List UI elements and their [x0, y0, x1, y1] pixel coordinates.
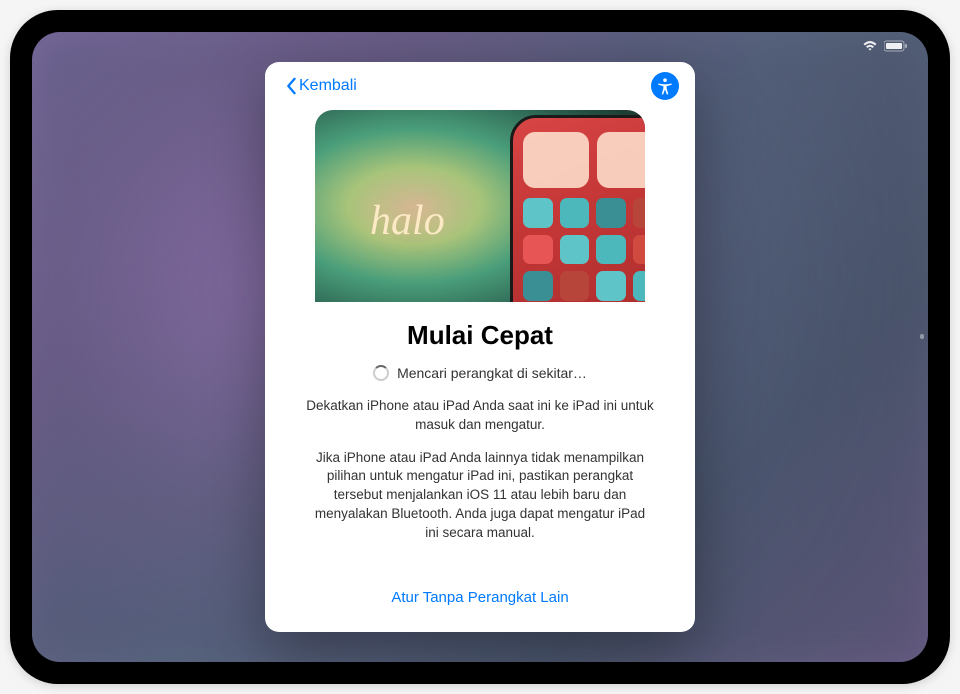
phone-app-icon: [633, 235, 646, 265]
quick-start-setup-card: Kembali halo: [265, 62, 695, 632]
phone-app-icon: [523, 271, 553, 301]
spinner-icon: [373, 365, 389, 381]
page-title: Mulai Cepat: [407, 320, 553, 351]
phone-widget: [597, 132, 646, 188]
hero-illustration: halo: [265, 110, 695, 302]
phone-app-icon: [596, 271, 626, 301]
card-header: Kembali: [265, 62, 695, 110]
phone-app-icon: [560, 271, 590, 301]
back-button[interactable]: Kembali: [281, 73, 361, 99]
card-content: Mulai Cepat Mencari perangkat di sekitar…: [265, 302, 695, 563]
help-text: Jika iPhone atau iPad Anda lainnya tidak…: [305, 449, 655, 543]
phone-app-icon: [523, 198, 553, 228]
phone-app-icon: [633, 198, 646, 228]
searching-status: Mencari perangkat di sekitar…: [373, 365, 587, 381]
searching-text: Mencari perangkat di sekitar…: [397, 365, 587, 381]
card-footer: Atur Tanpa Perangkat Lain: [265, 563, 695, 632]
setup-manually-button[interactable]: Atur Tanpa Perangkat Lain: [375, 581, 584, 614]
phone-app-icon: [560, 235, 590, 265]
wifi-icon: [862, 40, 878, 52]
phone-app-icon: [523, 235, 553, 265]
instruction-text: Dekatkan iPhone atau iPad Anda saat ini …: [305, 397, 655, 435]
battery-icon: [884, 40, 908, 52]
status-bar: [862, 40, 908, 52]
phone-widgets-row: [523, 132, 645, 188]
phone-app-icon: [633, 271, 646, 301]
ipad-screen: Kembali halo: [32, 32, 928, 662]
phone-app-icon: [596, 198, 626, 228]
phone-app-icon: [596, 235, 626, 265]
ipad-device-frame: Kembali halo: [10, 10, 950, 684]
back-label: Kembali: [299, 77, 357, 95]
chevron-left-icon: [285, 77, 297, 95]
phone-app-icon: [560, 198, 590, 228]
accessibility-icon: [655, 76, 675, 96]
halo-greeting: halo: [370, 197, 445, 245]
ipad-wallpaper-preview: halo: [315, 110, 645, 302]
phone-widget: [523, 132, 589, 188]
phone-app-grid: [523, 198, 645, 301]
iphone-mockup: [510, 115, 645, 302]
accessibility-button[interactable]: [651, 72, 679, 100]
